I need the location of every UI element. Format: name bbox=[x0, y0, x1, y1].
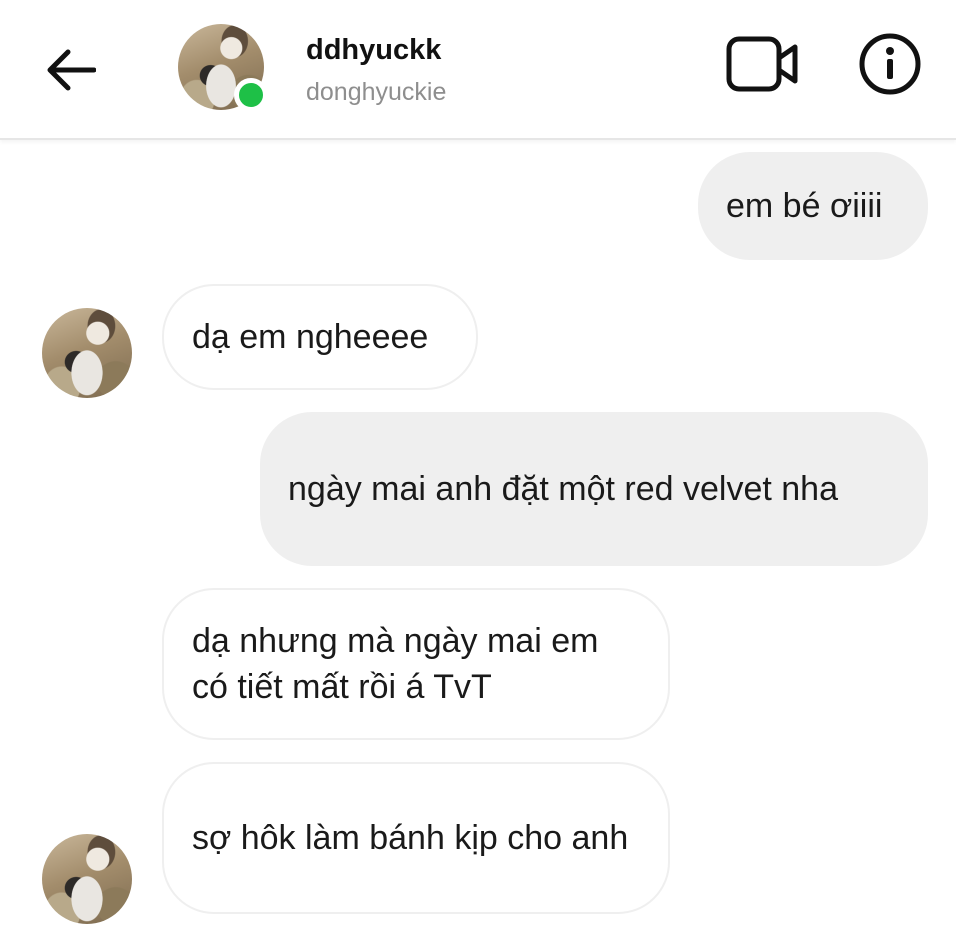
sender-avatar[interactable] bbox=[42, 834, 132, 924]
info-button[interactable] bbox=[858, 32, 922, 96]
back-arrow-icon bbox=[47, 49, 96, 91]
message-bubble-received[interactable]: sợ hôk làm bánh kịp cho anh bbox=[162, 762, 670, 914]
chat-header: ddhyuckk donghyuckie bbox=[0, 0, 956, 140]
online-status-dot bbox=[234, 78, 268, 112]
back-button[interactable] bbox=[40, 40, 100, 100]
contact-username[interactable]: donghyuckie bbox=[306, 78, 446, 107]
message-bubble-received[interactable]: dạ em ngheeee bbox=[162, 284, 478, 390]
message-bubble-sent[interactable]: ngày mai anh đặt một red velvet nha bbox=[260, 412, 928, 566]
sender-avatar[interactable] bbox=[42, 308, 132, 398]
info-icon bbox=[859, 33, 921, 95]
contact-display-name[interactable]: ddhyuckk bbox=[306, 34, 441, 67]
video-call-button[interactable] bbox=[726, 36, 800, 92]
message-bubble-received[interactable]: dạ nhưng mà ngày mai em có tiết mất rồi … bbox=[162, 588, 670, 740]
video-camera-icon bbox=[726, 36, 798, 92]
header-avatar-container[interactable] bbox=[178, 24, 268, 112]
message-bubble-sent[interactable]: em bé ơiiii bbox=[698, 152, 928, 260]
